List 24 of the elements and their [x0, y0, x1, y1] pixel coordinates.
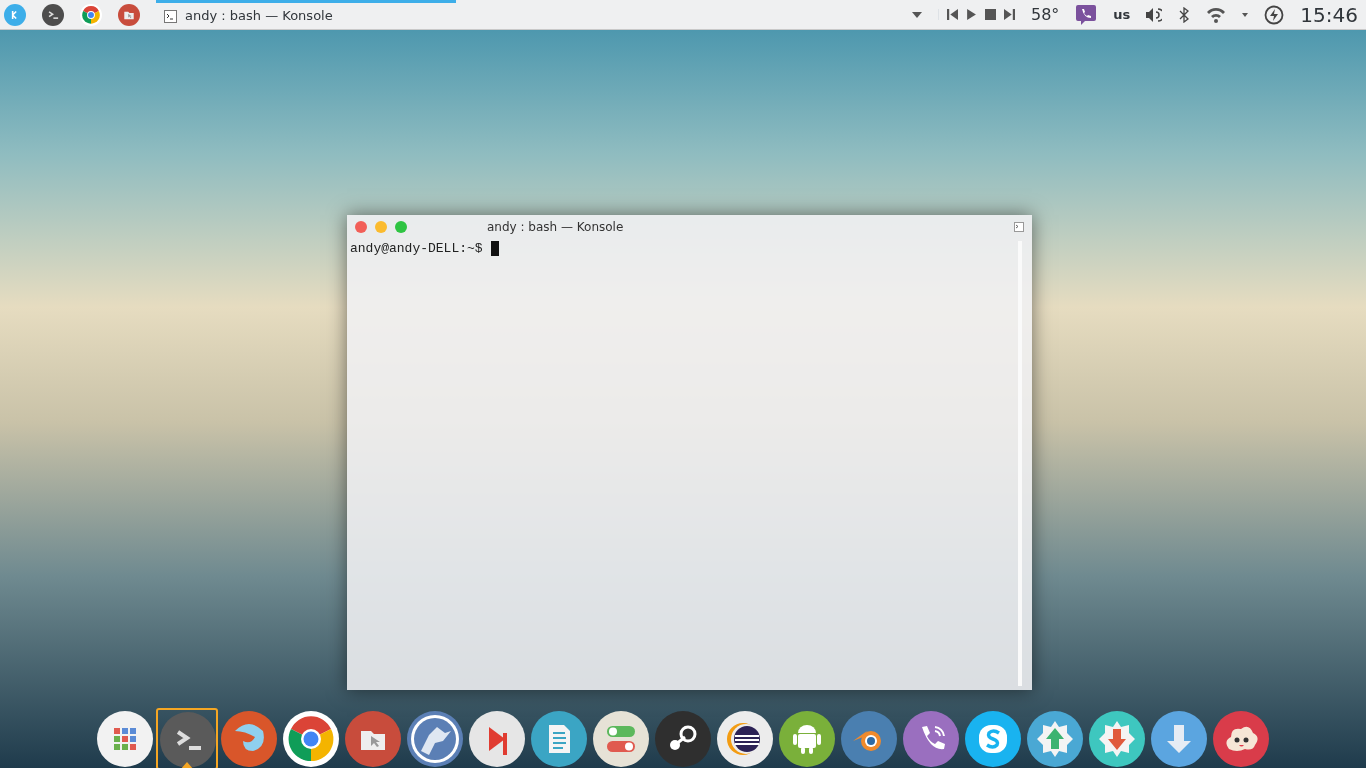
- text-cursor: [490, 241, 499, 257]
- keyboard-layout-text: us: [1113, 5, 1131, 24]
- terminal-icon: [164, 9, 177, 23]
- chrome-icon[interactable]: [80, 3, 102, 26]
- bluetooth-icon[interactable]: [1178, 6, 1191, 23]
- viber-icon[interactable]: [1075, 2, 1098, 27]
- close-button[interactable]: [355, 221, 367, 233]
- folder-icon[interactable]: [118, 3, 140, 26]
- wifi-icon[interactable]: [1206, 6, 1227, 23]
- temperature-text: 58°: [1031, 3, 1060, 26]
- prompt-text: andy@andy-DELL:~$: [350, 240, 483, 258]
- terminal-menu-icon[interactable]: [1014, 222, 1024, 232]
- task-button[interactable]: andy : bash — Konsole: [156, 0, 456, 30]
- terminal-icon[interactable]: [42, 3, 64, 26]
- clock-text: 15:46: [1300, 1, 1358, 29]
- window-title: andy : bash — Konsole: [486, 219, 624, 236]
- play-icon[interactable]: [966, 9, 977, 20]
- caret-down-icon[interactable]: [912, 11, 922, 18]
- next-icon[interactable]: [1004, 9, 1015, 20]
- active-indicator-icon: [180, 762, 194, 768]
- volume-icon[interactable]: [1146, 6, 1163, 23]
- caret-down-icon[interactable]: [1242, 12, 1249, 17]
- power-icon[interactable]: [1264, 4, 1285, 25]
- previous-icon[interactable]: [947, 9, 958, 20]
